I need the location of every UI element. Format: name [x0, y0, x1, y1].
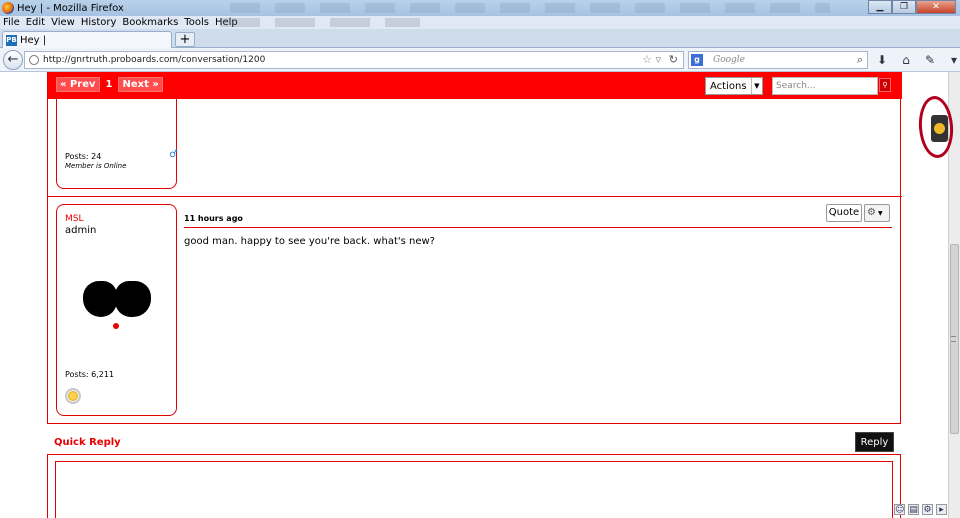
post-user-post-count: Posts: 6,211 — [65, 370, 115, 379]
quick-reply-container — [47, 454, 901, 518]
conversation-container: « Prev 1 Next » Actions ▼ Search... ⚲ Po… — [47, 72, 902, 424]
next-page-button[interactable]: Next » — [118, 77, 163, 92]
chevron-down-icon: ▼ — [877, 210, 883, 217]
reload-icon[interactable]: ↻ — [669, 53, 678, 66]
post-options-gear-icon[interactable]: ⚙ ▼ — [864, 204, 890, 222]
menu-file[interactable]: File — [0, 17, 23, 28]
post-header-rule — [184, 227, 892, 228]
menu-history[interactable]: History — [78, 17, 120, 28]
avatar-right-blob — [115, 281, 151, 317]
previous-post-count: Posts: 24 — [65, 152, 102, 161]
male-gender-icon: ♂ — [169, 149, 178, 160]
actions-label: Actions — [710, 80, 747, 92]
web-search-bar[interactable]: g Google ⌕ — [688, 51, 868, 69]
back-button[interactable]: ← — [3, 50, 23, 70]
url-text: http://gnrtruth.proboards.com/conversati… — [43, 55, 266, 65]
close-button[interactable]: ✕ — [916, 0, 956, 14]
previous-post-user-card: Posts: 24 Member is Online ♂ — [56, 99, 178, 189]
search-icon[interactable]: ⌕ — [857, 53, 863, 67]
window-titlebar: Hey | - Mozilla Firefox ▁ ❐ ✕ — [0, 0, 960, 16]
menu-edit[interactable]: Edit — [23, 17, 48, 28]
post-divider — [48, 196, 902, 197]
post-user-role: admin — [65, 225, 97, 236]
minimize-button[interactable]: ▁ — [868, 0, 892, 14]
prev-page-button[interactable]: « Prev — [56, 77, 100, 92]
menu-tools[interactable]: Tools — [181, 17, 212, 28]
new-tab-button[interactable]: + — [175, 32, 195, 47]
navigation-bar: ← http://gnrtruth.proboards.com/conversa… — [0, 48, 960, 72]
menu-bookmarks[interactable]: Bookmarks — [119, 17, 181, 28]
member-online-status: Member is Online — [65, 162, 127, 170]
nav-toolbar-icons: ⬇ ⌂ ✎ ▾ — [875, 53, 960, 67]
page-viewport: « Prev 1 Next » Actions ▼ Search... ⚲ Po… — [0, 72, 948, 518]
maximize-button[interactable]: ❐ — [892, 0, 916, 14]
arrow-right-icon[interactable]: ▸ — [936, 504, 947, 515]
post-user-card: MSL admin Posts: 6,211 — [56, 204, 177, 416]
blurred-background-window — [230, 3, 830, 13]
home-icon[interactable]: ⌂ — [899, 53, 913, 67]
chevron-down-icon: ▼ — [750, 78, 762, 94]
post-timestamp[interactable]: 11 hours ago — [184, 214, 243, 223]
tab-bar: PB Hey | + — [0, 29, 960, 48]
reply-button[interactable]: Reply — [855, 432, 894, 452]
menu-chevron-icon[interactable]: ▾ — [947, 53, 960, 67]
badge-icon[interactable] — [65, 388, 81, 404]
forum-search-icon[interactable]: ⚲ — [879, 78, 891, 92]
settings-gear-icon[interactable]: ⚙ — [922, 504, 933, 515]
avatar[interactable] — [83, 281, 151, 329]
actions-dropdown[interactable]: Actions ▼ — [705, 77, 763, 95]
globe-icon — [29, 55, 39, 65]
window-title: Hey | - Mozilla Firefox — [17, 2, 124, 14]
avatar-left-blob — [83, 281, 117, 317]
menu-view[interactable]: View — [48, 17, 78, 28]
web-search-placeholder: Google — [713, 55, 745, 65]
post-body: good man. happy to see you're back. what… — [184, 236, 435, 247]
blurred-background-window — [220, 18, 420, 27]
pagination: « Prev 1 Next » — [56, 77, 163, 92]
quick-reply-title: Quick Reply — [54, 437, 121, 448]
addon-icon[interactable]: ☺ — [894, 504, 905, 515]
page-info-icon[interactable]: ▤ — [908, 504, 919, 515]
tab-hey[interactable]: PB Hey | — [2, 31, 172, 48]
menu-bar: File Edit View History Bookmarks Tools H… — [0, 16, 960, 29]
extension-icon[interactable]: ✎ — [923, 53, 937, 67]
quick-reply-textarea[interactable] — [55, 461, 893, 518]
forum-toolbar: « Prev 1 Next » Actions ▼ Search... ⚲ — [48, 72, 902, 99]
post-username[interactable]: MSL — [65, 214, 84, 224]
scrollbar-grip — [951, 336, 956, 342]
window-controls: ▁ ❐ ✕ — [868, 0, 956, 14]
tab-label: Hey | — [20, 34, 47, 46]
forum-search-input[interactable]: Search... — [772, 77, 878, 95]
current-page-number[interactable]: 1 — [106, 79, 113, 90]
status-bar-icons: ☺ ▤ ⚙ ▸ — [894, 504, 947, 515]
quote-button[interactable]: Quote — [826, 204, 862, 222]
download-icon[interactable]: ⬇ — [875, 53, 889, 67]
google-engine-icon[interactable]: g — [691, 54, 703, 66]
bookmark-star-icon[interactable]: ☆ ▿ — [642, 53, 661, 66]
proboards-favicon-icon: PB — [6, 34, 17, 46]
avatar-red-dot — [113, 323, 119, 329]
firefox-icon — [2, 2, 14, 14]
url-bar[interactable]: http://gnrtruth.proboards.com/conversati… — [24, 51, 684, 69]
